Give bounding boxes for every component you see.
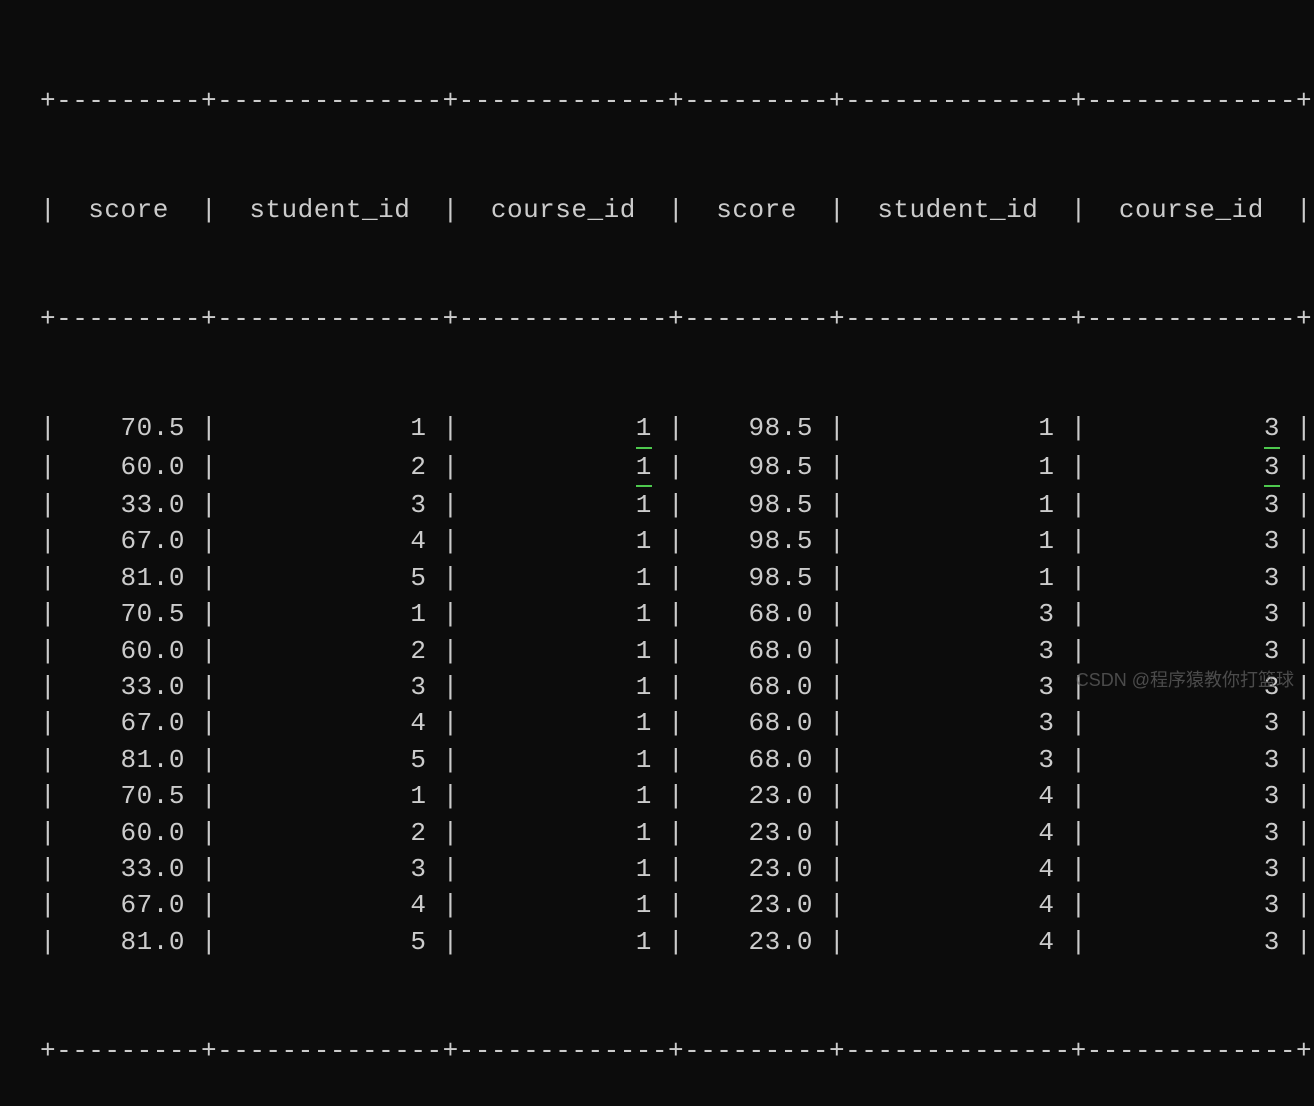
table-row: | 81.0 | 5 | 1 | 68.0 | 3 | 3 |	[40, 742, 1314, 778]
top-border: +---------+--------------+-------------+…	[40, 83, 1314, 119]
table-row: | 60.0 | 2 | 1 | 23.0 | 4 | 3 |	[40, 815, 1314, 851]
table-row: | 70.5 | 1 | 1 | 68.0 | 3 | 3 |	[40, 596, 1314, 632]
table-row: | 67.0 | 4 | 1 | 23.0 | 4 | 3 |	[40, 887, 1314, 923]
watermark: CSDN @程序猿教你打篮球	[1076, 666, 1294, 692]
table-row: | 60.0 | 2 | 1 | 68.0 | 3 | 3 |	[40, 633, 1314, 669]
table-row: | 81.0 | 5 | 1 | 23.0 | 4 | 3 |	[40, 924, 1314, 960]
table-row: | 81.0 | 5 | 1 | 98.5 | 1 | 3 |	[40, 560, 1314, 596]
table-row: | 67.0 | 4 | 1 | 68.0 | 3 | 3 |	[40, 705, 1314, 741]
header-row: | score | student_id | course_id | score…	[40, 192, 1314, 228]
table-row: | 70.5 | 1 | 1 | 23.0 | 4 | 3 |	[40, 778, 1314, 814]
table-row: | 60.0 | 2 | 1 | 98.5 | 1 | 3 |	[40, 449, 1314, 487]
bottom-border: +---------+--------------+-------------+…	[40, 1033, 1314, 1069]
table-row: | 33.0 | 3 | 1 | 98.5 | 1 | 3 |	[40, 487, 1314, 523]
header-border: +---------+--------------+-------------+…	[40, 301, 1314, 337]
ascii-table: +---------+--------------+-------------+…	[0, 10, 1314, 1106]
table-row: | 70.5 | 1 | 1 | 98.5 | 1 | 3 |	[40, 410, 1314, 448]
table-row: | 67.0 | 4 | 1 | 98.5 | 1 | 3 |	[40, 523, 1314, 559]
table-row: | 33.0 | 3 | 1 | 23.0 | 4 | 3 |	[40, 851, 1314, 887]
